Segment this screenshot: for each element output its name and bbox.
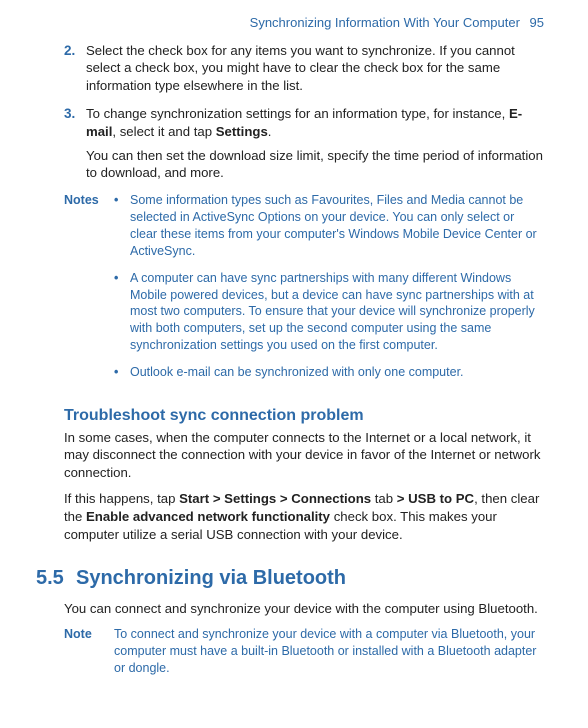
note-item: • Outlook e-mail can be synchronized wit…: [114, 364, 544, 381]
step-3: 3. To change synchronization settings fo…: [64, 105, 544, 182]
step-number: 2.: [64, 42, 86, 95]
page-number: 95: [530, 15, 544, 30]
troubleshoot-p2: If this happens, tap Start > Settings > …: [64, 490, 544, 543]
notes-list: • Some information types such as Favouri…: [114, 192, 544, 391]
note-item: • Some information types such as Favouri…: [114, 192, 544, 260]
section-number: 5.5: [36, 565, 76, 592]
section-intro: You can connect and synchronize your dev…: [64, 600, 544, 618]
page-header: Synchronizing Information With Your Comp…: [36, 14, 544, 32]
bullet-icon: •: [114, 270, 130, 354]
section-note: Note To connect and synchronize your dev…: [64, 626, 544, 677]
troubleshoot-heading: Troubleshoot sync connection problem: [64, 405, 544, 427]
section-heading-row: 5.5 Synchronizing via Bluetooth: [36, 565, 544, 592]
notes-label: Notes: [64, 192, 114, 391]
bold-enable: Enable advanced network functionality: [86, 509, 330, 524]
troubleshoot-p1: In some cases, when the computer connect…: [64, 429, 544, 482]
section-title: Synchronizing via Bluetooth: [76, 565, 346, 592]
note-text: To connect and synchronize your device w…: [114, 626, 544, 677]
bullet-icon: •: [114, 364, 130, 381]
header-title: Synchronizing Information With Your Comp…: [250, 15, 520, 30]
note-label: Note: [64, 626, 114, 677]
text: , select it and tap: [112, 124, 215, 139]
note-text: A computer can have sync partnerships wi…: [130, 270, 544, 354]
bold-settings: Settings: [216, 124, 268, 139]
step-number: 3.: [64, 105, 86, 182]
bold-usb: > USB to PC: [397, 491, 474, 506]
text: To change synchronization settings for a…: [86, 106, 509, 121]
note-item: • A computer can have sync partnerships …: [114, 270, 544, 354]
note-text: Outlook e-mail can be synchronized with …: [130, 364, 544, 381]
step-body: Select the check box for any items you w…: [86, 42, 544, 95]
bold-path: Start > Settings > Connections: [179, 491, 371, 506]
step-2: 2. Select the check box for any items yo…: [64, 42, 544, 95]
step-3-line2: You can then set the download size limit…: [86, 147, 544, 183]
text: tab: [371, 491, 397, 506]
step-body: To change synchronization settings for a…: [86, 105, 544, 182]
note-text: Some information types such as Favourite…: [130, 192, 544, 260]
step-2-text: Select the check box for any items you w…: [86, 42, 544, 95]
bullet-icon: •: [114, 192, 130, 260]
text: If this happens, tap: [64, 491, 179, 506]
notes-block: Notes • Some information types such as F…: [64, 192, 544, 391]
text: .: [268, 124, 272, 139]
step-3-line1: To change synchronization settings for a…: [86, 105, 544, 141]
